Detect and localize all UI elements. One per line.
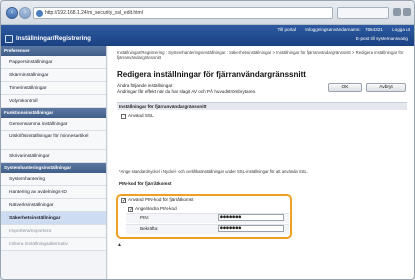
use-ssl-label: Använd SSL	[128, 113, 154, 118]
pin-input[interactable]: ●●●●●●●	[218, 214, 284, 221]
use-ssl-checkbox[interactable]	[121, 114, 126, 119]
set-pin-checkbox[interactable]: ✓	[128, 207, 133, 213]
main-content: Inställningar/Registrering : Systemhante…	[108, 46, 414, 279]
top-links: Till portal Inloggningsanvändarnamn: 765…	[269, 26, 410, 34]
sidebar-item-security[interactable]: Säkerhetsinställningar	[1, 212, 106, 225]
browser-toolbar: ‹ › http://192.168.1.24/m_security_ssl_e…	[1, 1, 414, 25]
sidebar-item-memory-print[interactable]: Utskriftsinställningar för minnesartikel	[1, 131, 106, 150]
logout-link[interactable]: Logga ut	[392, 27, 410, 32]
pin-section-heading: PIN-kod för fjärråtkomst	[119, 181, 172, 186]
login-user-label: Inloggningsanvändarnamn:	[305, 27, 361, 32]
email-admin-link[interactable]: E-post till systemansvarig	[356, 36, 408, 41]
set-pin-label: Ange/ändra PIN-kod	[135, 206, 177, 211]
sidebar-item-system-mgmt[interactable]: Systemhantering	[1, 173, 106, 186]
globe-icon	[36, 10, 43, 17]
sidebar-item-volume[interactable]: Volymkontroll	[1, 95, 106, 108]
sidebar-item-display[interactable]: Skärminställningar	[1, 69, 106, 82]
home-icon[interactable]	[393, 8, 401, 16]
pin-label: PIN:	[140, 215, 149, 220]
use-pin-label: Använd PIN-kod för fjärråtkomst	[128, 197, 194, 202]
sidebar-item-network[interactable]: Nätverksinställningar	[1, 199, 106, 212]
login-user-value: 7654321	[364, 27, 383, 32]
breadcrumb: Inställningar/Registrering : Systemhante…	[117, 50, 404, 61]
ok-button[interactable]: OK	[328, 83, 362, 92]
ssl-note: *Ange standardnyckel i Nyckel- och certi…	[119, 169, 309, 174]
browser-tab[interactable]	[337, 7, 389, 19]
address-text: http://192.168.1.24/m_security_ssl_edit.…	[45, 10, 143, 16]
app-title: Inställningar/Registrering	[16, 35, 91, 42]
app-header: Till portal Inloggningsanvändarnamn: 765…	[1, 25, 414, 46]
sidebar-item-timer[interactable]: Timerinställningar	[1, 82, 106, 95]
sidebar-item-dept-id[interactable]: Hantering av avdelnings-ID	[1, 186, 106, 199]
settings-app-icon	[5, 35, 13, 43]
section-header-remote-ui: Inställningar för fjärranvändargränssnit…	[117, 102, 407, 110]
gear-icon[interactable]	[403, 8, 411, 16]
confirm-label: Bekräfta:	[140, 226, 159, 231]
sidebar-heading-functions: Funktionsinställningar	[1, 108, 106, 118]
sidebar-item-import-export[interactable]: Importera/exportera	[1, 225, 106, 238]
sidebar-heading-preferences: Preferenser	[1, 46, 106, 56]
back-icon[interactable]: ‹	[6, 7, 18, 19]
sidebar-item-paper[interactable]: Pappersinställningar	[1, 56, 106, 69]
description-line-2: Ändringar får effekt när du har slagit A…	[117, 89, 257, 94]
sidebar-item-common[interactable]: Gemensamma inställningar	[1, 118, 106, 131]
browser-window: ‹ › http://192.168.1.24/m_security_ssl_e…	[0, 0, 415, 280]
use-pin-checkbox[interactable]: ✓	[121, 198, 126, 204]
cancel-button[interactable]: Avbryt	[366, 83, 406, 92]
forward-icon[interactable]: ›	[19, 7, 31, 19]
sidebar-item-initialize[interactable]: Initiera inställningsalternativ	[1, 238, 106, 251]
page-description: Ändra följande inställningar: Ändringar …	[117, 83, 257, 95]
page-title: Redigera inställningar för fjärranvändar…	[117, 70, 306, 79]
page-top-icon[interactable]: ▲	[117, 243, 124, 248]
sidebar: Preferenser Pappersinställningar Skärmin…	[1, 46, 107, 279]
sidebar-item-printer[interactable]: Skrivarinställningar	[1, 150, 106, 163]
confirm-input[interactable]: ●●●●●●●	[218, 225, 284, 232]
sidebar-heading-system: Systemhanteringsinställningar	[1, 163, 106, 173]
address-bar[interactable]: http://192.168.1.24/m_security_ssl_edit.…	[33, 7, 333, 19]
portal-link[interactable]: Till portal	[277, 27, 295, 32]
